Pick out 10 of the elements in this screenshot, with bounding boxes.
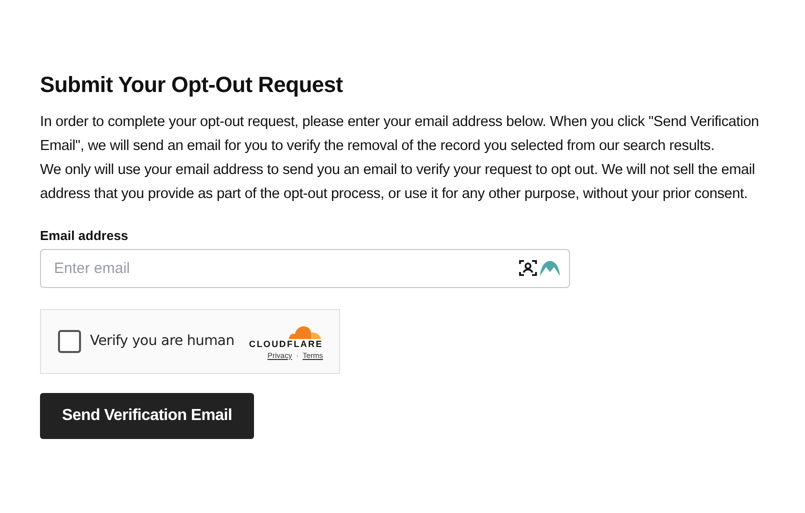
face-scan-icon[interactable] xyxy=(519,259,537,277)
intro-paragraph: We only will use your email address to send you an email to verify your request to opt out. We will not sell the email address that you provide as part of the opt-out process, or use it for any other purpose, without your prior consent. xyxy=(40,161,756,204)
send-verification-button[interactable]: Send Verification Email xyxy=(40,393,254,439)
page-heading: Submit Your Opt-Out Request xyxy=(40,71,344,99)
field-label: Email address xyxy=(40,227,128,245)
captcha-checkbox[interactable] xyxy=(58,330,81,353)
captcha-label: Verify you are human xyxy=(90,332,234,351)
brand-wordmark: CLOUDFLARE xyxy=(249,338,323,350)
intro-paragraph: In order to complete your opt-out request, please enter your email address below. When you click "Send Verification Email", we will send an email for you to verify the removal of the record you selected from our search results. xyxy=(40,113,760,156)
email-field[interactable]: Enter email xyxy=(40,249,570,288)
